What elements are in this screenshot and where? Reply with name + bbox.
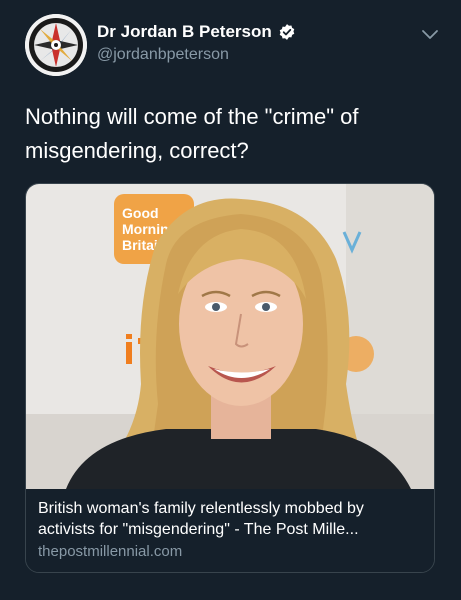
avatar-image	[25, 14, 87, 76]
author-name-row[interactable]: Dr Jordan B Peterson	[97, 22, 296, 42]
tv-sign-text: Britai	[122, 237, 158, 253]
card-title-line: activists for "misgendering" - The Post …	[38, 521, 359, 538]
card-body[interactable]: British woman's family relentlessly mobb…	[26, 489, 434, 572]
card-image[interactable]: Good Mornin Britai	[26, 184, 434, 489]
card-domain[interactable]: thepostmillennial.com	[38, 543, 424, 560]
tweet-text: Nothing will come of the "crime" of misg…	[25, 100, 435, 168]
tweet[interactable]: Dr Jordan B Peterson @jordanbpeterson No…	[0, 0, 461, 600]
tweet-text-line: misgendering, correct?	[25, 138, 249, 163]
card-title-line: British woman's family relentlessly mobb…	[38, 500, 364, 517]
tweet-text-line: Nothing will come of the "crime" of	[25, 104, 359, 129]
tv-sign-text: Mornin	[122, 221, 169, 237]
chevron-down-icon[interactable]	[420, 24, 440, 44]
tv-sign-text: Good	[122, 205, 159, 221]
card-title[interactable]: British woman's family relentlessly mobb…	[38, 498, 424, 540]
handle[interactable]: @jordanbpeterson	[97, 46, 229, 64]
card-photo: Good Mornin Britai	[26, 184, 434, 489]
display-name[interactable]: Dr Jordan B Peterson	[97, 22, 272, 42]
verified-badge-icon	[279, 24, 295, 40]
avatar[interactable]	[25, 14, 87, 76]
link-card[interactable]: Good Mornin Britai British woman's famil…	[25, 183, 435, 573]
